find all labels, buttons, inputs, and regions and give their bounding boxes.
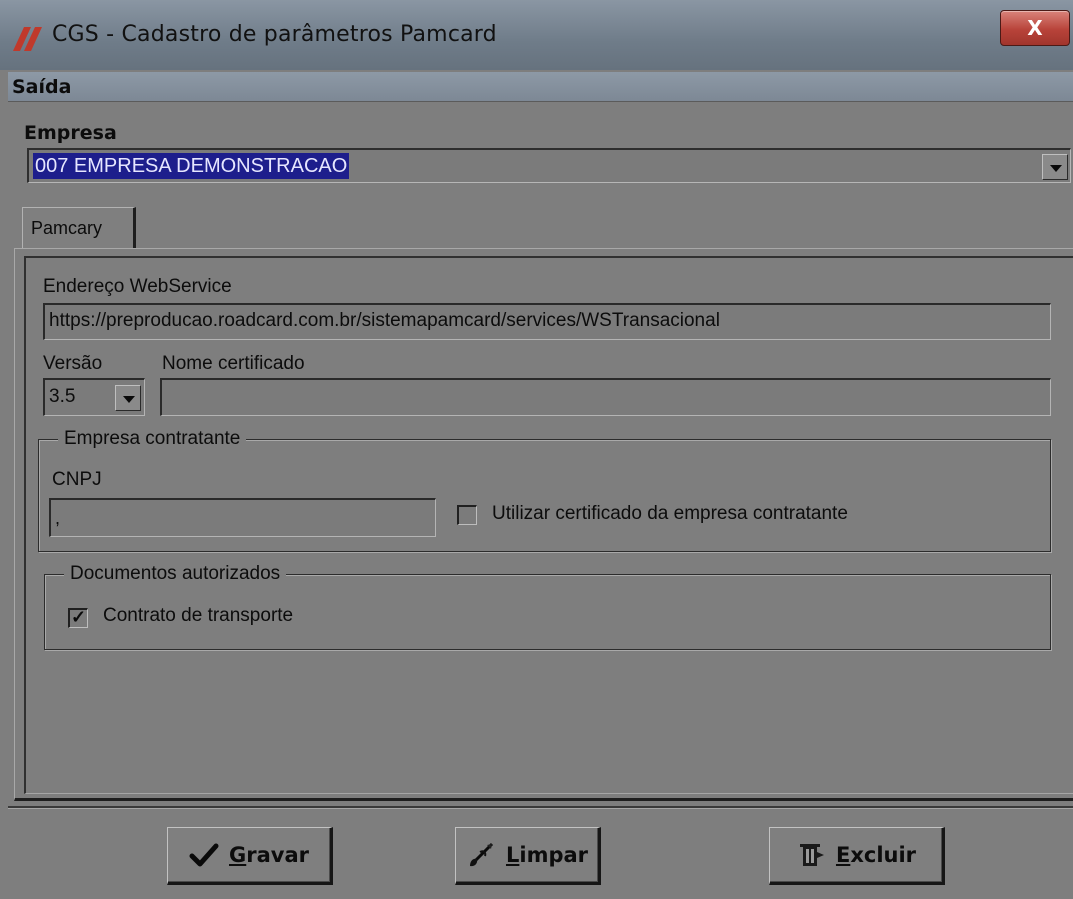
excluir-label: Excluir	[835, 843, 917, 867]
contrato-transporte-checkbox[interactable]: ✓	[68, 607, 88, 628]
bottom-separator-highlight	[8, 808, 1073, 809]
window-title: CGS - Cadastro de parâmetros Pamcard	[52, 22, 497, 47]
tab-label: Pamcary	[31, 218, 103, 238]
versao-label: Versão	[43, 353, 103, 374]
excluir-button[interactable]: Excluir	[769, 827, 945, 885]
close-button[interactable]: X	[1000, 10, 1070, 46]
cnpj-label: CNPJ	[52, 469, 102, 490]
app-logo-icon	[13, 27, 42, 51]
gravar-label: Gravar	[229, 843, 309, 867]
tab-pamcary[interactable]: Pamcary	[22, 207, 136, 249]
cnpj-input[interactable]: ,	[49, 498, 436, 537]
nome-certificado-input[interactable]	[160, 378, 1051, 416]
contrato-transporte-label: Contrato de transporte	[103, 605, 294, 626]
versao-select[interactable]: 3.5	[43, 378, 145, 416]
utilizar-certificado-checkbox[interactable]	[457, 505, 477, 525]
title-bar: CGS - Cadastro de parâmetros Pamcard X	[0, 0, 1073, 70]
menu-bar: Saída	[8, 72, 1073, 102]
empresa-contratante-title: Empresa contratante	[58, 428, 247, 450]
menu-item-saida[interactable]: Saída	[12, 76, 71, 98]
limpar-label: Limpar	[505, 843, 589, 867]
webservice-input[interactable]: https://preproducao.roadcard.com.br/sist…	[43, 303, 1051, 340]
gravar-button[interactable]: Gravar	[167, 827, 333, 885]
empresa-select[interactable]: 007 EMPRESA DEMONSTRACAO	[27, 148, 1071, 183]
check-icon: ✓	[71, 607, 87, 627]
cnpj-value: ,	[55, 508, 61, 528]
delete-icon	[799, 844, 824, 866]
utilizar-certificado-label: Utilizar certificado da empresa contrata…	[492, 503, 848, 524]
brush-icon	[469, 842, 494, 867]
versao-value: 3.5	[49, 386, 76, 407]
webservice-value: https://preproducao.roadcard.com.br/sist…	[49, 310, 720, 331]
chevron-down-icon[interactable]	[1042, 154, 1068, 180]
nome-certificado-label: Nome certificado	[162, 353, 305, 374]
webservice-label: Endereço WebService	[43, 276, 232, 297]
close-icon: X	[1027, 16, 1043, 40]
empresa-selected-value: 007 EMPRESA DEMONSTRACAO	[33, 153, 350, 179]
documentos-autorizados-title: Documentos autorizados	[64, 563, 287, 585]
checkmark-icon	[189, 843, 219, 867]
limpar-button[interactable]: Limpar	[455, 827, 601, 885]
chevron-down-icon[interactable]	[115, 385, 141, 411]
empresa-label: Empresa	[24, 122, 117, 144]
